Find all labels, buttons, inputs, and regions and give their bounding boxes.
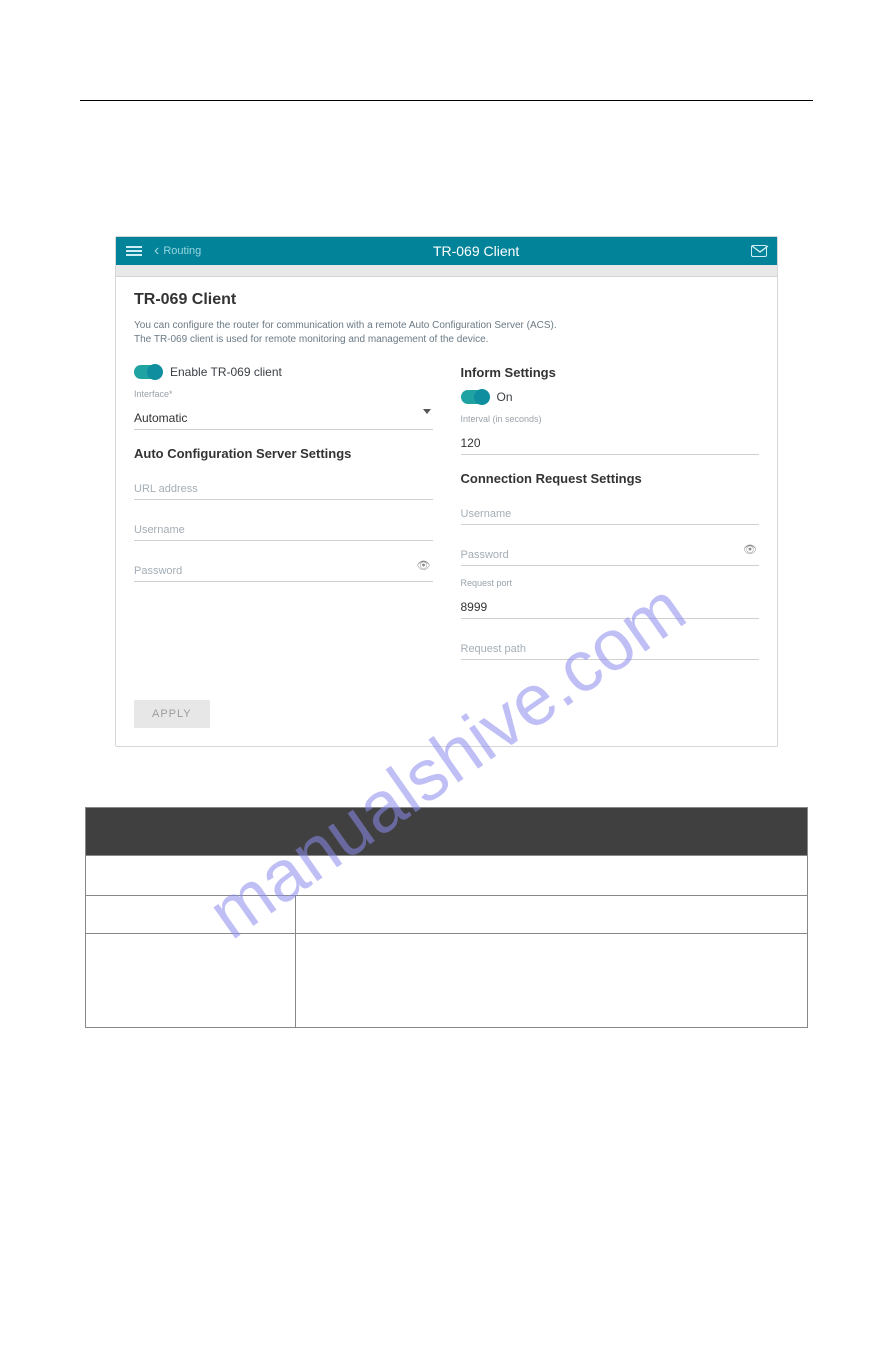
back-link[interactable]: Routing <box>154 245 201 257</box>
enable-client-toggle[interactable] <box>134 365 162 379</box>
page-description: You can configure the router for communi… <box>134 319 759 347</box>
desc-line-1: You can configure the router for communi… <box>134 320 557 331</box>
interface-label: Interface* <box>134 389 433 399</box>
acs-username-field[interactable]: Username <box>134 512 433 541</box>
table-group-row <box>86 856 808 896</box>
sub-header-bar <box>116 265 777 277</box>
chevron-down-icon <box>423 409 431 414</box>
page-rule <box>80 100 813 101</box>
eye-icon[interactable]: 👁 <box>743 543 757 556</box>
acs-password-field[interactable]: Password 👁 <box>134 553 433 582</box>
mail-icon[interactable] <box>751 245 767 257</box>
request-path-field[interactable]: Request path <box>461 631 760 660</box>
inform-section-title: Inform Settings <box>461 365 760 380</box>
cr-username-placeholder: Username <box>461 508 512 520</box>
enable-client-label: Enable TR-069 client <box>170 365 282 379</box>
apply-button[interactable]: APPLY <box>134 700 210 728</box>
inform-on-toggle[interactable] <box>461 390 489 404</box>
screenshot-frame: Routing TR-069 Client TR-069 Client You … <box>115 236 778 747</box>
interval-value: 120 <box>461 436 481 450</box>
interface-dropdown[interactable]: Automatic <box>134 401 433 430</box>
app-header: Routing TR-069 Client <box>116 237 777 265</box>
cr-username-field[interactable]: Username <box>461 496 760 525</box>
cr-password-placeholder: Password <box>461 549 509 561</box>
table-cell <box>86 934 296 1028</box>
parameters-table <box>85 807 808 1028</box>
app-header-title: TR-069 Client <box>201 243 751 259</box>
content-area: TR-069 Client You can configure the rout… <box>116 277 777 746</box>
acs-username-placeholder: Username <box>134 524 185 536</box>
table-cell <box>296 896 808 934</box>
cr-section-title: Connection Request Settings <box>461 471 760 486</box>
cr-password-field[interactable]: Password 👁 <box>461 537 760 566</box>
acs-password-placeholder: Password <box>134 565 182 577</box>
left-column: Enable TR-069 client Interface* Automati… <box>134 365 433 672</box>
desc-line-2: The TR-069 client is used for remote mon… <box>134 334 488 345</box>
request-path-placeholder: Request path <box>461 643 526 655</box>
back-label: Routing <box>163 245 201 257</box>
request-port-value: 8999 <box>461 600 488 614</box>
table-header-row <box>86 808 808 856</box>
acs-url-placeholder: URL address <box>134 483 198 495</box>
request-port-field[interactable]: 8999 <box>461 590 760 619</box>
acs-url-field[interactable]: URL address <box>134 471 433 500</box>
request-port-label: Request port <box>461 578 760 588</box>
table-cell <box>296 934 808 1028</box>
interval-label: Interval (in seconds) <box>461 414 760 424</box>
interface-value: Automatic <box>134 411 187 425</box>
acs-section-title: Auto Configuration Server Settings <box>134 446 433 461</box>
interval-field[interactable]: 120 <box>461 426 760 455</box>
hamburger-icon[interactable] <box>126 244 142 258</box>
page-title: TR-069 Client <box>134 291 759 309</box>
right-column: Inform Settings On Interval (in seconds)… <box>461 365 760 672</box>
eye-icon[interactable]: 👁 <box>417 559 431 572</box>
inform-on-label: On <box>497 390 513 404</box>
table-cell <box>86 896 296 934</box>
